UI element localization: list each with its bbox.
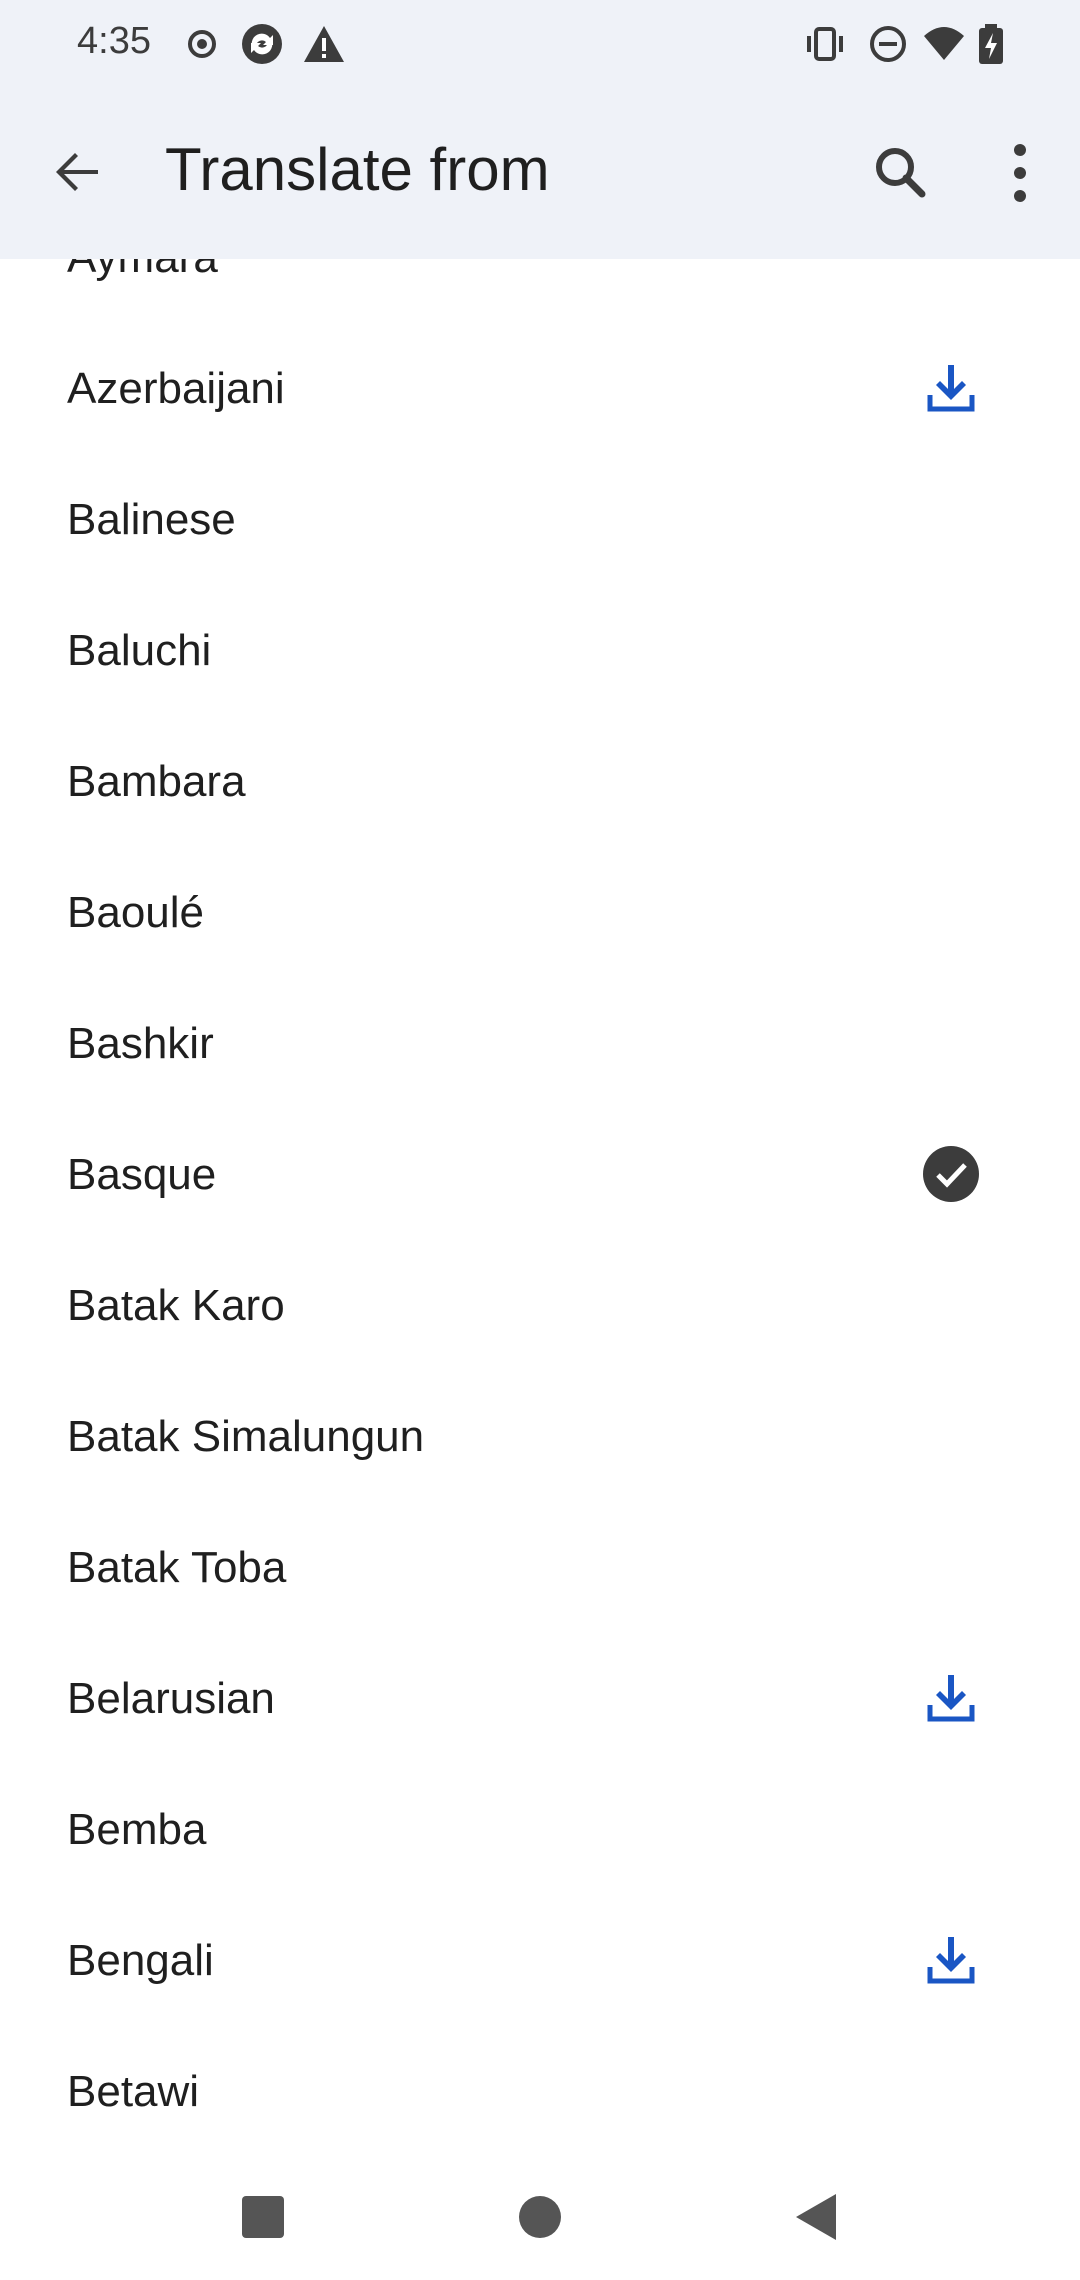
language-label: Bashkir (67, 1019, 214, 1068)
language-label: Azerbaijani (67, 364, 285, 413)
app-bar: Translate from (0, 88, 1080, 259)
language-label: Batak Toba (67, 1543, 287, 1592)
language-row-bemba[interactable]: Bemba (0, 1764, 1080, 1895)
language-label: Balinese (67, 495, 236, 544)
language-label: Bengali (67, 1936, 214, 1985)
language-row-bashkir[interactable]: Bashkir (0, 978, 1080, 1109)
download-icon[interactable] (918, 1665, 984, 1731)
language-row-baoule[interactable]: Baoulé (0, 847, 1080, 978)
language-label: Aymara (67, 258, 218, 323)
language-label: Bemba (67, 1805, 207, 1854)
language-label: Batak Karo (67, 1281, 285, 1330)
language-row-bambara[interactable]: Bambara (0, 716, 1080, 847)
language-row-baluchi[interactable]: Baluchi (0, 585, 1080, 716)
language-row-aymara[interactable]: Aymara (0, 258, 1080, 323)
download-icon[interactable] (918, 1927, 984, 1993)
language-row-belarusian[interactable]: Belarusian (0, 1633, 1080, 1764)
language-label: Batak Simalungun (67, 1412, 425, 1461)
language-label: Basque (67, 1150, 217, 1199)
download-icon[interactable] (918, 355, 984, 421)
language-row-batak-karo[interactable]: Batak Karo (0, 1240, 1080, 1371)
back-triangle-icon[interactable] (782, 2182, 852, 2252)
recents-square-icon[interactable] (228, 2182, 298, 2252)
language-row-basque[interactable]: Basque (0, 1109, 1080, 1240)
language-row-balinese[interactable]: Balinese (0, 454, 1080, 585)
record-icon (188, 30, 216, 58)
language-label: Baoulé (67, 888, 205, 937)
do-not-disturb-icon (870, 26, 906, 62)
language-row-betawi[interactable]: Betawi (0, 2026, 1080, 2138)
status-time: 4:35 (77, 20, 151, 62)
battery-charging-icon (979, 24, 1003, 64)
language-label: Bambara (67, 757, 246, 806)
language-row-batak-simalungun[interactable]: Batak Simalungun (0, 1371, 1080, 1502)
more-vert-icon[interactable] (1000, 138, 1040, 208)
language-label: Baluchi (67, 626, 212, 675)
downloaded-check-icon (923, 1146, 979, 1202)
language-row-bengali[interactable]: Bengali (0, 1895, 1080, 2026)
alert-icon (304, 26, 344, 62)
wifi-icon (924, 27, 964, 60)
sync-icon (242, 24, 282, 64)
language-row-batak-toba[interactable]: Batak Toba (0, 1502, 1080, 1633)
language-row-azerbaijani[interactable]: Azerbaijani (0, 323, 1080, 454)
search-icon[interactable] (866, 138, 936, 208)
language-label: Betawi (67, 2067, 200, 2116)
arrow-back-icon[interactable] (44, 138, 112, 206)
vibrate-icon (807, 27, 843, 61)
navigation-bar (0, 2150, 1080, 2280)
language-list: Aymara Azerbaijani Balinese Baluchi Bamb… (0, 258, 1080, 2138)
home-circle-icon[interactable] (505, 2182, 575, 2252)
page-title: Translate from (165, 136, 550, 203)
status-bar: 4:35 (0, 0, 1080, 88)
language-label: Belarusian (67, 1674, 275, 1723)
